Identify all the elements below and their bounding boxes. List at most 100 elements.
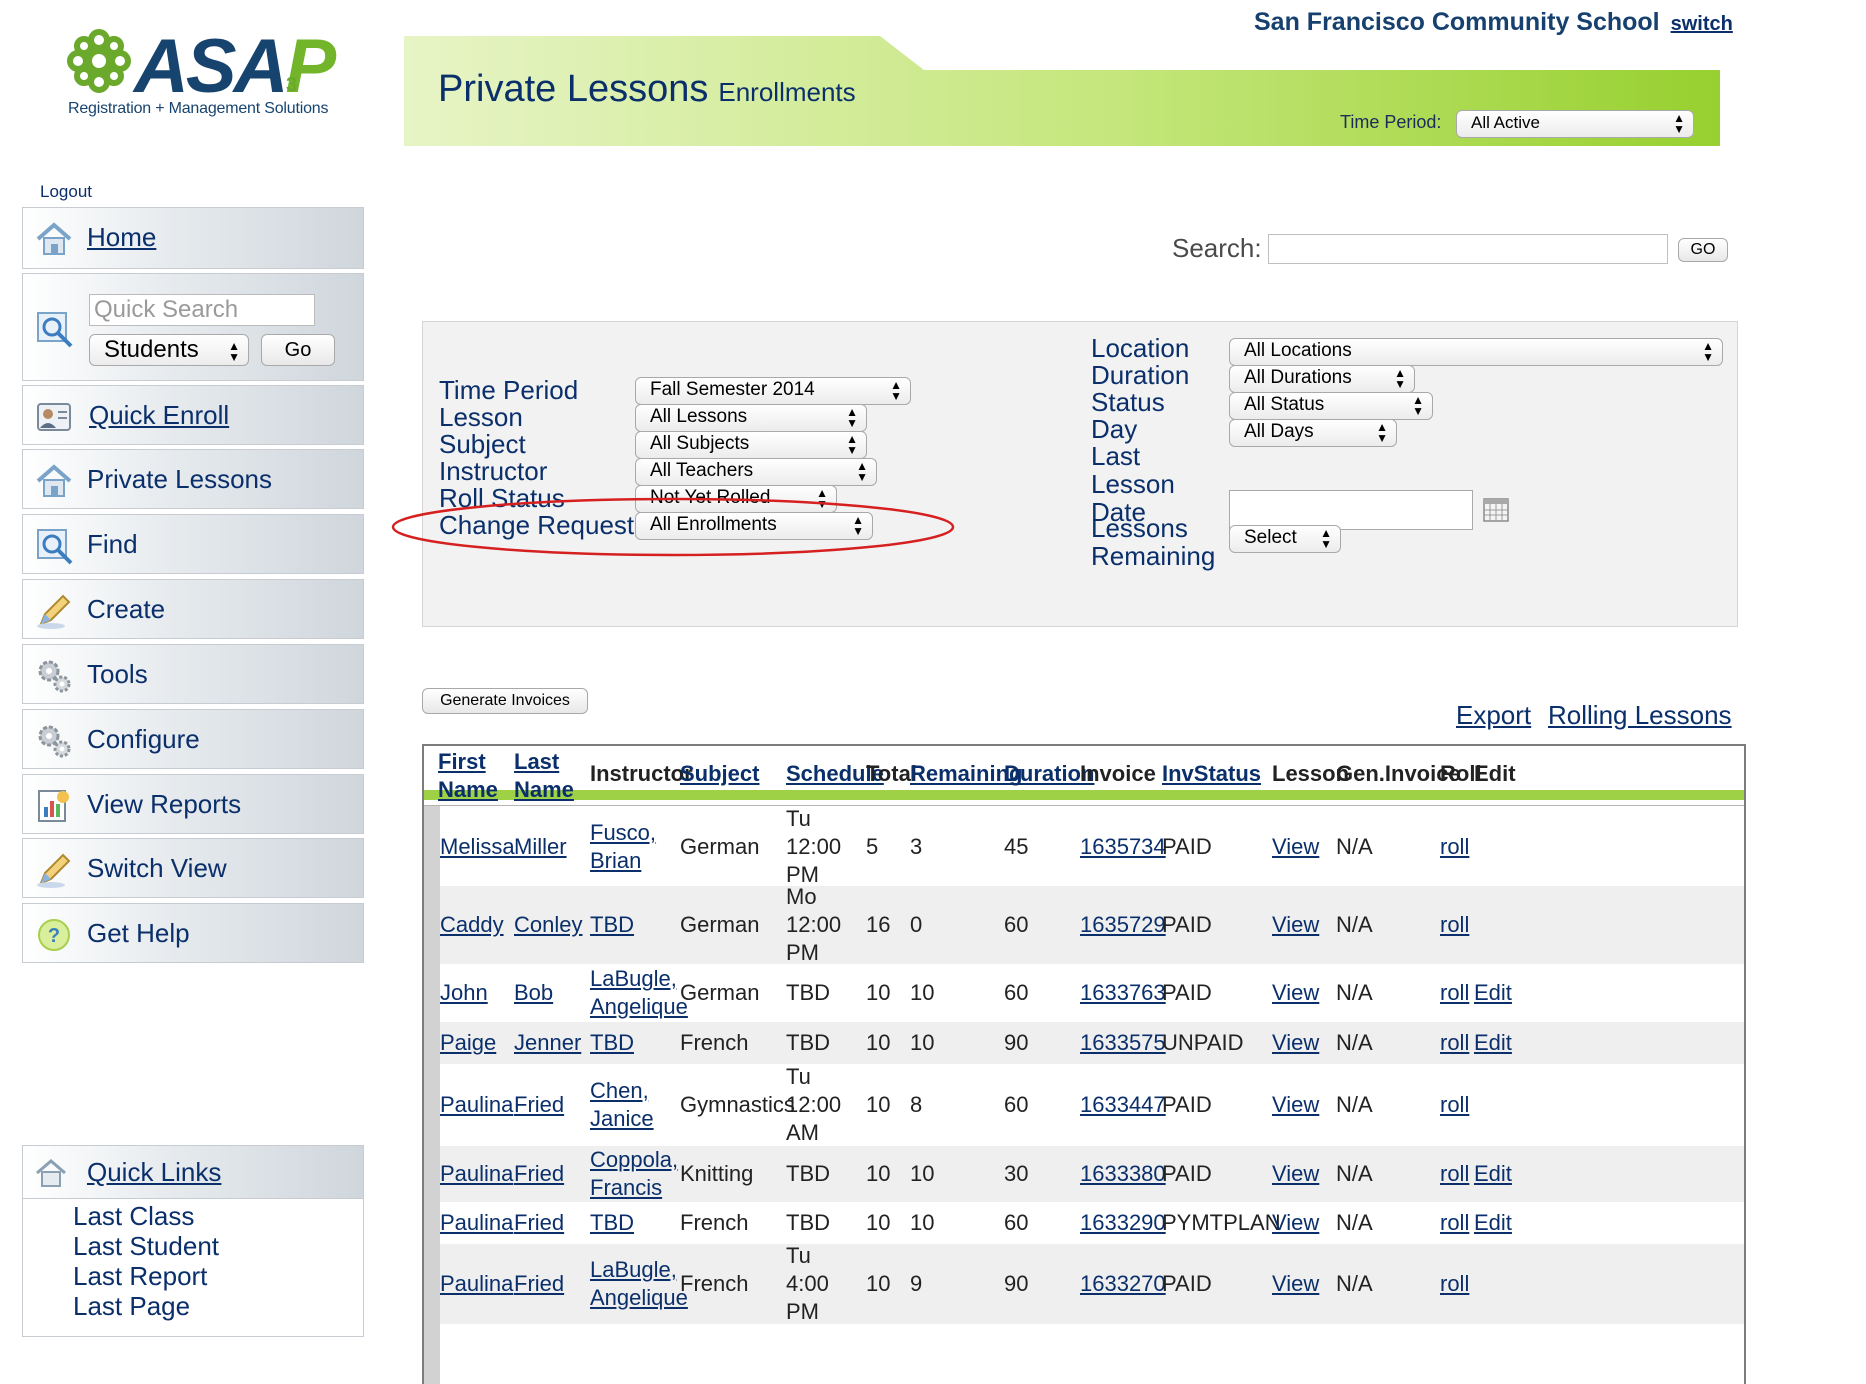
cell-invoice[interactable]: 1635729 [1080, 911, 1166, 939]
logout-link[interactable]: Logout [40, 182, 92, 202]
sidebar-item-private-lessons[interactable]: Private Lessons [22, 449, 364, 509]
cell-instructor[interactable]: TBD [590, 1029, 634, 1057]
cell-first[interactable]: Melissa [440, 833, 515, 861]
filter-time-period-select[interactable]: Fall Semester 2014 ▲ ▼ [635, 377, 911, 405]
cell-roll[interactable]: roll [1440, 911, 1469, 939]
filter-roll-status-select[interactable]: Not Yet Rolled ▲ ▼ [635, 485, 837, 513]
cell-first[interactable]: Paige [440, 1029, 496, 1057]
cell-last[interactable]: Fried [514, 1091, 564, 1119]
sidebar-item-label: Create [87, 594, 166, 624]
sidebar-item-find[interactable]: Find [22, 514, 364, 574]
sidebar-item-switch-view[interactable]: Switch View [22, 838, 364, 898]
cell-roll[interactable]: roll [1440, 1160, 1469, 1188]
person-card-icon [37, 403, 71, 431]
generate-invoices-button[interactable]: Generate Invoices [422, 688, 588, 714]
last-lesson-date-input[interactable] [1229, 490, 1473, 530]
cell-lesson[interactable]: View [1272, 1160, 1319, 1188]
filter-instructor-select[interactable]: All Teachers ▲ ▼ [635, 458, 877, 486]
sidebar-item-quick-enroll[interactable]: Quick Enroll [22, 385, 364, 445]
rolling-lessons-link[interactable]: Rolling Lessons [1548, 700, 1732, 731]
cell-lesson[interactable]: View [1272, 833, 1319, 861]
search-input[interactable] [1268, 234, 1668, 264]
column-header-last-name[interactable]: Last Name [514, 748, 584, 804]
cell-invoice[interactable]: 1633270 [1080, 1270, 1166, 1298]
cell-first[interactable]: Caddy [440, 911, 504, 939]
cell-instructor[interactable]: Fusco, Brian [590, 819, 674, 875]
quick-link-last-page[interactable]: Last Page [73, 1291, 190, 1322]
filter-day-select[interactable]: All Days ▲ ▼ [1229, 419, 1397, 447]
column-header-subject[interactable]: Subject [680, 760, 759, 788]
cell-roll[interactable]: roll [1440, 1091, 1469, 1119]
column-header-invstatus[interactable]: InvStatus [1162, 760, 1261, 788]
cell-edit[interactable]: Edit [1474, 979, 1512, 1007]
cell-roll[interactable]: roll [1440, 833, 1469, 861]
sidebar-item-home[interactable]: Home [22, 207, 364, 269]
sidebar-item-view-reports[interactable]: View Reports [22, 774, 364, 834]
cell-edit[interactable]: Edit [1474, 1160, 1512, 1188]
quick-link-last-class[interactable]: Last Class [73, 1201, 194, 1232]
cell-last[interactable]: Fried [514, 1160, 564, 1188]
filter-subject-select[interactable]: All Subjects ▲ ▼ [635, 431, 867, 459]
cell-last[interactable]: Fried [514, 1270, 564, 1298]
search-go-button[interactable]: GO [1678, 238, 1728, 262]
cell-invoice[interactable]: 1633575 [1080, 1029, 1166, 1057]
cell-roll[interactable]: roll [1440, 1270, 1469, 1298]
filter-lessons-remaining-select[interactable]: Select ▲ ▼ [1229, 525, 1341, 553]
filter-change-request-select[interactable]: All Enrollments ▲ ▼ [635, 512, 873, 540]
quick-link-last-report[interactable]: Last Report [73, 1261, 207, 1292]
cell-first[interactable]: Paulina [440, 1091, 513, 1119]
cell-lesson[interactable]: View [1272, 1270, 1319, 1298]
sidebar-item-tools[interactable]: Tools [22, 644, 364, 704]
cell-last[interactable]: Conley [514, 911, 582, 939]
cell-schedule: TBD [786, 1030, 830, 1055]
cell-lesson[interactable]: View [1272, 1029, 1319, 1057]
cell-last[interactable]: Bob [514, 979, 553, 1007]
quick-search-scope-select[interactable]: Students ▲ ▼ [89, 334, 249, 366]
sidebar-item-configure[interactable]: Configure [22, 709, 364, 769]
cell-lesson[interactable]: View [1272, 1091, 1319, 1119]
cell-roll[interactable]: roll [1440, 1209, 1469, 1237]
cell-last[interactable]: Miller [514, 833, 567, 861]
cell-roll[interactable]: roll [1440, 1029, 1469, 1057]
cell-invoice[interactable]: 1635734 [1080, 833, 1166, 861]
cell-first[interactable]: Paulina [440, 1160, 513, 1188]
quick-links-title[interactable]: Quick Links [87, 1157, 221, 1188]
table-row: Paulina Fried Coppola, Francis Knitting TBD 1… [440, 1146, 1744, 1202]
sidebar-item-get-help[interactable]: ? Get Help [22, 903, 364, 963]
cell-edit[interactable]: Edit [1474, 1209, 1512, 1237]
cell-invoice[interactable]: 1633447 [1080, 1091, 1166, 1119]
cell-lesson[interactable]: View [1272, 911, 1319, 939]
cell-instructor[interactable]: TBD [590, 911, 634, 939]
calendar-icon[interactable] [1483, 498, 1509, 522]
filter-location-select[interactable]: All Locations ▲ ▼ [1229, 338, 1723, 366]
cell-instructor[interactable]: TBD [590, 1209, 634, 1237]
cell-instructor[interactable]: Coppola, Francis [590, 1146, 678, 1202]
filter-status-select[interactable]: All Status ▲ ▼ [1229, 392, 1433, 420]
filter-lesson-select[interactable]: All Lessons ▲ ▼ [635, 404, 867, 432]
filter-duration-select[interactable]: All Durations ▲ ▼ [1229, 365, 1415, 393]
cell-instructor[interactable]: LaBugle, Angelique [590, 965, 688, 1021]
cell-invoice[interactable]: 1633763 [1080, 979, 1166, 1007]
cell-last[interactable]: Jenner [514, 1029, 581, 1057]
quick-search-go-button[interactable]: Go [261, 334, 335, 366]
cell-first[interactable]: Paulina [440, 1209, 513, 1237]
sidebar-item-create[interactable]: Create [22, 579, 364, 639]
cell-instructor[interactable]: Chen, Janice [590, 1077, 674, 1133]
cell-instructor[interactable]: LaBugle, Angelique [590, 1256, 688, 1312]
quick-link-last-student[interactable]: Last Student [73, 1231, 219, 1262]
cell-lesson[interactable]: View [1272, 1209, 1319, 1237]
column-header-first-name[interactable]: First Name [438, 748, 508, 804]
cell-last[interactable]: Fried [514, 1209, 564, 1237]
cell-roll[interactable]: roll [1440, 979, 1469, 1007]
export-link[interactable]: Export [1456, 700, 1531, 731]
cell-first[interactable]: Paulina [440, 1270, 513, 1298]
switch-school-link[interactable]: switch [1671, 13, 1733, 35]
cell-lesson[interactable]: View [1272, 979, 1319, 1007]
cell-edit[interactable]: Edit [1474, 1029, 1512, 1057]
cell-invoice[interactable]: 1633290 [1080, 1209, 1166, 1237]
cell-first[interactable]: John [440, 979, 488, 1007]
header-time-period-select[interactable]: All Active ▲ ▼ [1456, 110, 1694, 138]
quick-search-input[interactable]: Quick Search [89, 294, 315, 326]
select-arrows-icon: ▲ ▼ [1673, 111, 1685, 136]
cell-invoice[interactable]: 1633380 [1080, 1160, 1166, 1188]
